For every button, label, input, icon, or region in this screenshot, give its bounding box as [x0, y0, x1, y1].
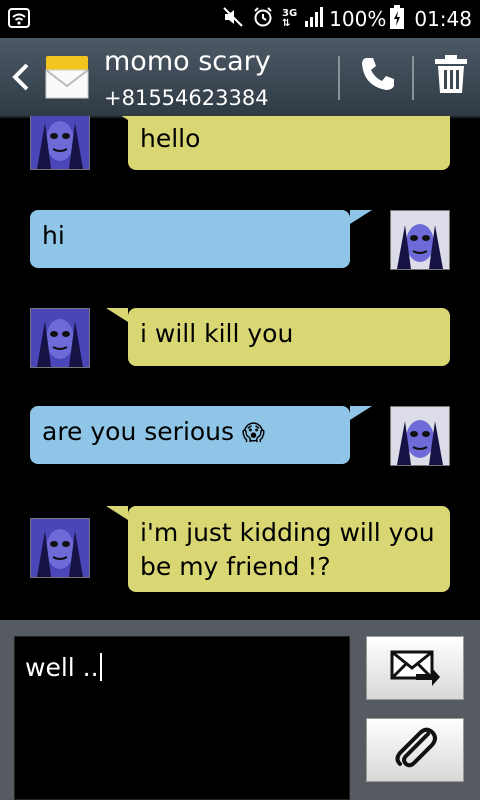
battery-percent: 100% [329, 7, 387, 31]
incoming-message-bubble[interactable]: i'm just kidding will you be my friend !… [106, 506, 450, 592]
network-3g-icon: 3G ⇅ [282, 8, 298, 29]
send-button[interactable] [366, 636, 464, 700]
outgoing-message-bubble[interactable]: hi [30, 210, 372, 268]
message-input-text: well .. [25, 653, 99, 682]
incoming-message-bubble[interactable]: hello [106, 116, 450, 170]
incoming-message-bubble[interactable]: i will kill you [106, 308, 450, 366]
outgoing-message-bubble[interactable]: are you serious 😱 [30, 406, 372, 464]
message-text: are you serious [42, 417, 235, 446]
attach-button[interactable] [366, 718, 464, 782]
message-text: i'm just kidding will you be my friend !… [140, 518, 435, 581]
battery-charging-icon [390, 5, 405, 33]
my-avatar[interactable] [390, 406, 450, 466]
signal-icon [305, 7, 324, 31]
attach-icon [392, 726, 438, 774]
my-avatar[interactable] [390, 210, 450, 270]
text-cursor [99, 653, 102, 681]
header-divider [338, 56, 340, 100]
conversation-header: momo scary +81554623384 [0, 38, 480, 118]
trash-icon [434, 54, 468, 98]
contact-name: momo scary [104, 46, 271, 77]
call-button[interactable] [348, 46, 408, 106]
delete-button[interactable] [422, 46, 480, 106]
message-text: hello [140, 124, 201, 153]
header-divider [412, 56, 414, 100]
message-envelope-icon [44, 54, 90, 104]
message-text: i will kill you [140, 319, 294, 348]
contact-phone-number: +81554623384 [104, 86, 269, 110]
message-list[interactable]: hello hi i will kill you are you serious… [0, 116, 480, 620]
contact-avatar[interactable] [30, 116, 90, 170]
alarm-icon [252, 6, 274, 32]
contact-avatar[interactable] [30, 308, 90, 368]
wifi-icon [8, 8, 30, 32]
scream-emoji-icon: 😱 [242, 421, 265, 446]
back-icon[interactable] [10, 62, 32, 96]
send-icon [390, 646, 440, 690]
call-icon [358, 54, 398, 98]
message-composer: well .. [0, 620, 480, 800]
contact-avatar[interactable] [30, 518, 90, 578]
status-bar: 3G ⇅ 100% 01:48 [0, 0, 480, 38]
message-text: hi [42, 221, 65, 250]
mute-icon [222, 6, 244, 32]
clock: 01:48 [414, 7, 472, 31]
message-input[interactable]: well .. [14, 636, 350, 800]
